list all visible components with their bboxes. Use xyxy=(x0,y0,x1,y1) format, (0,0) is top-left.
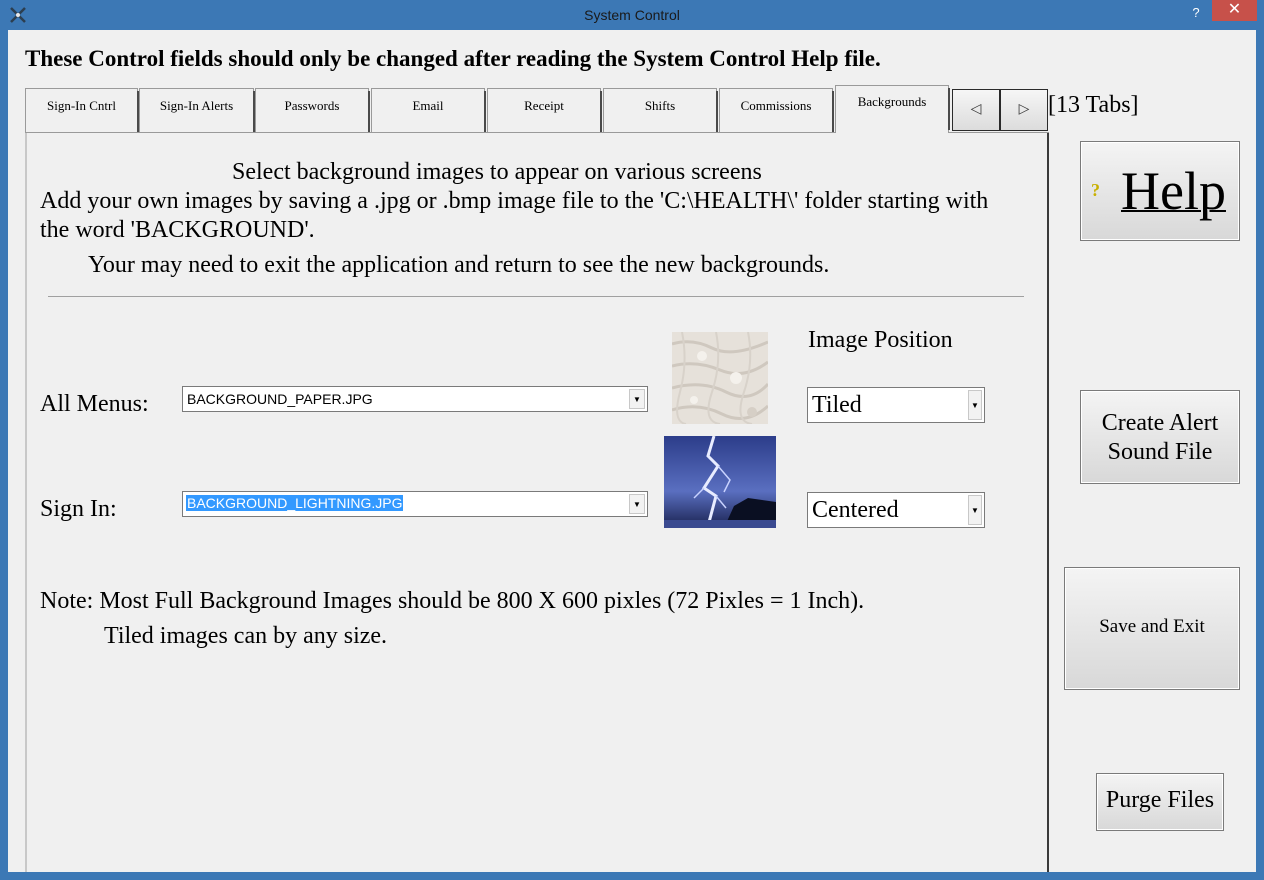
tab-scroll-right-button[interactable]: ▷ xyxy=(1000,89,1048,131)
paper-texture-thumbnail xyxy=(672,332,768,424)
chevron-right-icon: ▷ xyxy=(1018,102,1030,117)
tab-label: Sign-In Cntrl xyxy=(47,98,116,113)
chevron-left-icon: ◁ xyxy=(970,102,982,117)
tab-sign-in-cntrl[interactable]: Sign-In Cntrl xyxy=(25,88,139,133)
close-button[interactable]: ✕ xyxy=(1212,0,1257,21)
divider xyxy=(48,296,1024,297)
all-menus-position-select[interactable]: Tiled ▼ xyxy=(807,387,985,423)
dropdown-arrow-icon[interactable]: ▼ xyxy=(629,389,645,409)
image-position-label: Image Position xyxy=(808,327,953,353)
intro-line-2: Add your own images by saving a .jpg or … xyxy=(40,188,989,214)
all-menus-file-value: BACKGROUND_PAPER.JPG xyxy=(187,391,373,407)
help-button[interactable]: ? Help xyxy=(1080,141,1240,241)
intro-line-3: the word 'BACKGROUND'. xyxy=(40,217,315,243)
create-alert-sound-button[interactable]: Create Alert Sound File xyxy=(1080,390,1240,484)
lightning-storm-thumbnail xyxy=(664,436,776,528)
note-line-2: Tiled images can by any size. xyxy=(104,623,388,649)
save-and-exit-button[interactable]: Save and Exit xyxy=(1064,567,1240,690)
panel-border-left xyxy=(25,133,27,872)
dropdown-arrow-icon[interactable]: ▼ xyxy=(968,495,982,525)
warning-heading: These Control fields should only be chan… xyxy=(25,46,881,71)
purge-files-button[interactable]: Purge Files xyxy=(1096,773,1224,831)
purge-files-label: Purge Files xyxy=(1105,787,1215,813)
tab-label: Backgrounds xyxy=(857,94,927,109)
sign-in-label: Sign In: xyxy=(40,496,117,522)
note-line-1: Note: Most Full Background Images should… xyxy=(40,588,865,614)
tab-label: Shifts xyxy=(644,98,676,113)
tab-label: Email xyxy=(412,98,444,113)
help-button-label: Help xyxy=(1121,161,1226,221)
sign-in-position-select[interactable]: Centered ▼ xyxy=(807,492,985,528)
tab-scroll-left-button[interactable]: ◁ xyxy=(952,89,1000,131)
question-icon: ? xyxy=(1091,180,1100,200)
tab-backgrounds[interactable]: Backgrounds xyxy=(835,85,950,133)
tab-label: Receipt xyxy=(524,98,564,113)
tab-email[interactable]: Email xyxy=(371,88,486,133)
intro-line-1: Select background images to appear on va… xyxy=(232,159,762,185)
title-bar: System Control ? ✕ xyxy=(0,0,1264,30)
tab-label: Sign-In Alerts xyxy=(159,98,234,113)
dropdown-arrow-icon[interactable]: ▼ xyxy=(629,494,645,514)
tab-receipt[interactable]: Receipt xyxy=(487,88,602,133)
all-menus-label: All Menus: xyxy=(40,391,149,417)
save-and-exit-label: Save and Exit xyxy=(1099,616,1205,637)
tab-label: Commissions xyxy=(740,98,812,113)
client-area: These Control fields should only be chan… xyxy=(8,30,1256,872)
tab-sign-in-alerts[interactable]: Sign-In Alerts xyxy=(139,88,255,133)
sign-in-file-select[interactable]: BACKGROUND_LIGHTNING.JPG ▼ xyxy=(182,491,648,517)
dropdown-arrow-icon[interactable]: ▼ xyxy=(968,390,982,420)
tabs-count: [13 Tabs] xyxy=(1048,92,1139,118)
tab-commissions[interactable]: Commissions xyxy=(719,88,834,133)
all-menus-position-value: Tiled xyxy=(812,392,862,418)
create-alert-label-line-1: Create Alert xyxy=(1101,410,1219,436)
tab-shifts[interactable]: Shifts xyxy=(603,88,718,133)
tab-passwords[interactable]: Passwords xyxy=(255,88,370,133)
all-menus-file-select[interactable]: BACKGROUND_PAPER.JPG ▼ xyxy=(182,386,648,412)
intro-line-4: Your may need to exit the application an… xyxy=(88,252,830,278)
sign-in-position-value: Centered xyxy=(812,497,899,523)
panel-border-right xyxy=(1047,133,1049,872)
create-alert-label-line-2: Sound File xyxy=(1107,439,1213,465)
help-icon[interactable]: ? xyxy=(1186,4,1206,24)
sign-in-file-value: BACKGROUND_LIGHTNING.JPG xyxy=(186,495,404,511)
window-title: System Control xyxy=(584,7,680,23)
tab-label: Passwords xyxy=(284,98,340,113)
